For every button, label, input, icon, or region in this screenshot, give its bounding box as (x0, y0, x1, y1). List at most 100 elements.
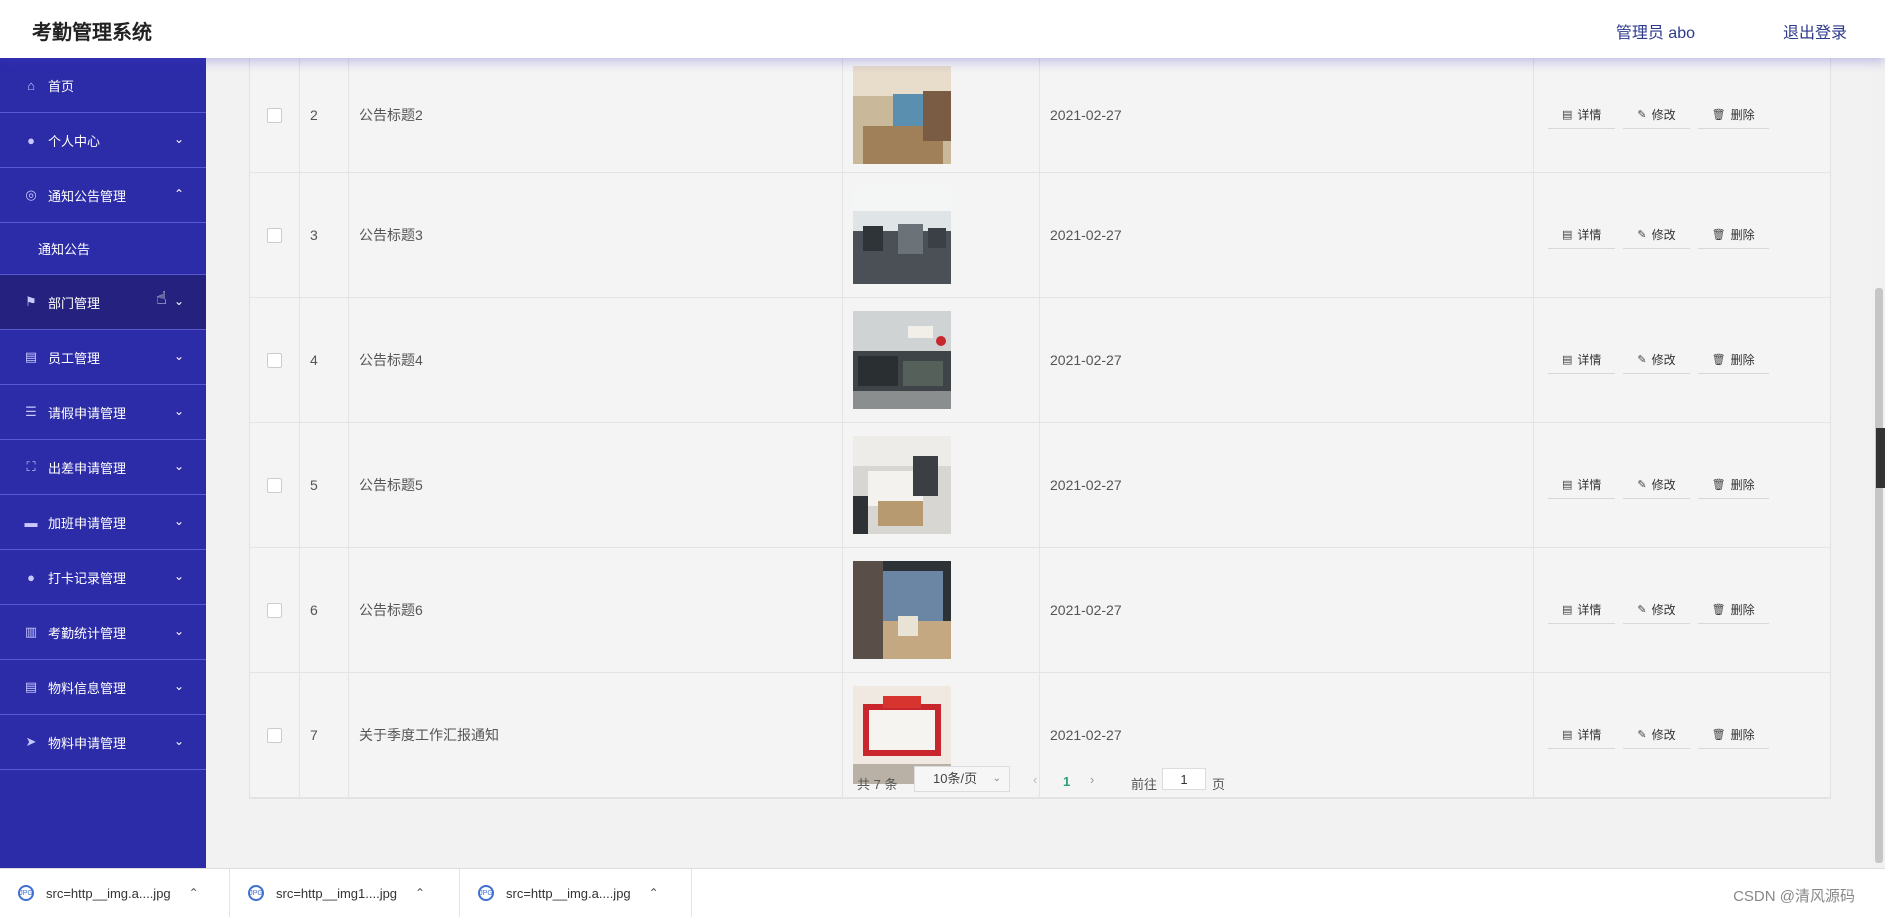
document-icon: ▤ (1562, 109, 1573, 121)
sidebar-item-employee[interactable]: ▤ 员工管理 ⌄ (0, 330, 206, 385)
notice-thumbnail (853, 311, 951, 409)
chevron-up-icon[interactable]: ⌃ (415, 886, 425, 900)
document-icon: ▤ (1562, 729, 1573, 741)
goto-page-input[interactable]: 1 (1162, 768, 1206, 790)
sidebar-item-personal-center[interactable]: ● 个人中心 ⌄ (0, 113, 206, 168)
download-item[interactable]: JPG src=http__img.a....jpg ⌃ (0, 869, 230, 917)
notice-thumbnail (853, 66, 951, 164)
chevron-down-icon: ⌄ (173, 404, 184, 418)
edit-button[interactable]: ✎ 修改 (1623, 596, 1690, 624)
row-title: 公告标题2 (349, 58, 843, 172)
row-checkbox[interactable] (267, 602, 282, 618)
sidebar-item-material-request[interactable]: ➤ 物料申请管理 ⌄ (0, 715, 206, 770)
row-title: 公告标题4 (349, 298, 843, 422)
sidebar-item-label: 出差申请管理 (48, 460, 127, 476)
scrollbar-thumb[interactable] (1875, 288, 1883, 863)
chevron-down-icon: ⌄ (173, 514, 184, 528)
fullscreen-icon: ⛶ (26, 459, 36, 474)
edit-button[interactable]: ✎ 修改 (1623, 721, 1690, 749)
row-date: 2021-02-27 (1040, 298, 1534, 422)
row-title: 公告标题5 (349, 423, 843, 547)
row-index: 5 (300, 423, 349, 547)
flag-icon: ⚑ (25, 294, 37, 309)
row-checkbox[interactable] (267, 477, 282, 493)
sidebar-item-attendance-stats[interactable]: ▥ 考勤统计管理 ⌄ (0, 605, 206, 660)
detail-button[interactable]: ▤ 详情 (1548, 596, 1616, 624)
delete-button[interactable]: 🗑 删除 (1697, 471, 1769, 499)
sidebar-item-business-trip[interactable]: ⛶ 出差申请管理 ⌄ (0, 440, 206, 495)
sidebar-subitem-notice[interactable]: 通知公告 (0, 223, 206, 275)
sidebar-item-notice-management[interactable]: ◎ 通知公告管理 ⌃ (0, 168, 206, 223)
page-number-current[interactable]: 1 (1063, 774, 1070, 789)
download-item[interactable]: JPG src=http__img1....jpg ⌃ (230, 869, 460, 917)
row-date: 2021-02-27 (1040, 173, 1534, 297)
edit-icon: ✎ (1637, 109, 1647, 121)
next-page-button[interactable]: › (1090, 772, 1094, 787)
edit-button[interactable]: ✎ 修改 (1623, 346, 1690, 374)
delete-button[interactable]: 🗑 删除 (1697, 221, 1769, 249)
row-checkbox[interactable] (267, 352, 282, 368)
notice-table: 2 公告标题2 2021-02-27 ▤ 详情 ✎ 修改 🗑 删除 3 公告标题3 (249, 58, 1831, 799)
detail-button[interactable]: ▤ 详情 (1548, 471, 1616, 499)
delete-button[interactable]: 🗑 删除 (1697, 721, 1769, 749)
row-date: 2021-02-27 (1040, 423, 1534, 547)
current-user: 管理员 abo (1615, 25, 1695, 42)
edit-button[interactable]: ✎ 修改 (1623, 101, 1690, 129)
sidebar-item-overtime[interactable]: ▬ 加班申请管理 ⌄ (0, 495, 206, 550)
user-icon: ● (27, 569, 35, 585)
trash-icon: 🗑 (1711, 604, 1726, 616)
sidebar-item-label: 物料申请管理 (48, 735, 127, 751)
detail-button[interactable]: ▤ 详情 (1548, 721, 1616, 749)
page-size-select[interactable]: 10条/页 ⌄ (914, 766, 1010, 792)
chevron-up-icon[interactable]: ⌃ (649, 886, 659, 900)
download-item[interactable]: JPG src=http__img.a....jpg ⌃ (460, 869, 692, 917)
delete-button[interactable]: 🗑 删除 (1697, 101, 1769, 129)
delete-button[interactable]: 🗑 删除 (1697, 596, 1769, 624)
chevron-up-icon: ⌃ (173, 187, 184, 201)
row-date: 2021-02-27 (1040, 548, 1534, 672)
row-title: 公告标题6 (349, 548, 843, 672)
chevron-down-icon: ⌄ (173, 624, 184, 638)
chevron-up-icon[interactable]: ⌃ (189, 886, 199, 900)
row-title: 公告标题3 (349, 173, 843, 297)
edit-button[interactable]: ✎ 修改 (1623, 471, 1690, 499)
row-checkbox[interactable] (267, 227, 282, 243)
jpg-file-icon: JPG (248, 885, 264, 901)
trash-icon: 🗑 (1711, 229, 1726, 241)
app-title: 考勤管理系统 (32, 22, 152, 44)
logout-link[interactable]: 退出登录 (1783, 19, 1847, 43)
prev-page-button[interactable]: ‹ (1033, 772, 1037, 787)
chevron-down-icon: ⌄ (173, 734, 184, 748)
scrollbar-marker (1876, 428, 1885, 488)
edit-button[interactable]: ✎ 修改 (1623, 221, 1690, 249)
row-index: 2 (300, 58, 349, 172)
sidebar-item-leave[interactable]: ☰ 请假申请管理 ⌄ (0, 385, 206, 440)
sidebar-item-label: 通知公告管理 (48, 188, 127, 204)
sidebar-item-material-info[interactable]: ▤ 物料信息管理 ⌄ (0, 660, 206, 715)
watermark: CSDN @清风源码 (1733, 888, 1855, 905)
sidebar-item-home[interactable]: ⌂ 首页 (0, 58, 206, 113)
table-row: 6 公告标题6 2021-02-27 ▤ 详情 ✎ 修改 🗑 删除 (250, 548, 1830, 673)
row-checkbox[interactable] (267, 107, 282, 123)
sidebar-item-clock-records[interactable]: ● 打卡记录管理 ⌄ (0, 550, 206, 605)
pagination: 共 7 条 10条/页 ⌄ ‹ 1 › 前往 1 页 (0, 766, 1885, 802)
chevron-down-icon: ⌄ (173, 679, 184, 693)
sidebar-item-label: 部门管理 (48, 295, 101, 311)
chevron-down-icon: ⌄ (173, 569, 184, 583)
mouse-cursor-icon: ☝ (156, 288, 167, 308)
table-row: 4 公告标题4 2021-02-27 ▤ 详情 ✎ 修改 🗑 删除 (250, 298, 1830, 423)
sidebar-item-label: 物料信息管理 (48, 680, 127, 696)
notice-thumbnail (853, 186, 951, 284)
chevron-down-icon: ⌄ (173, 349, 184, 363)
sidebar-item-label: 加班申请管理 (48, 515, 127, 531)
home-icon: ⌂ (27, 77, 35, 93)
row-checkbox[interactable] (267, 727, 282, 743)
detail-button[interactable]: ▤ 详情 (1548, 346, 1616, 374)
delete-button[interactable]: 🗑 删除 (1697, 346, 1769, 374)
row-index: 3 (300, 173, 349, 297)
sidebar-item-label: 员工管理 (48, 350, 101, 366)
detail-button[interactable]: ▤ 详情 (1548, 101, 1616, 129)
sidebar-item-department[interactable]: ⚑ 部门管理 ⌄ (0, 275, 206, 330)
notice-thumbnail (853, 436, 951, 534)
detail-button[interactable]: ▤ 详情 (1548, 221, 1616, 249)
